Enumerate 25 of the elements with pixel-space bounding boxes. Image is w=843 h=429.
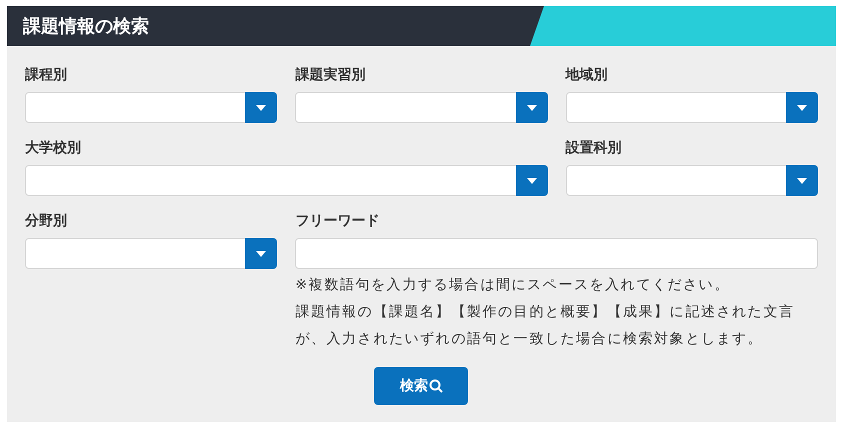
caret-icon [786,92,818,123]
field-label: 課程別 [25,66,68,84]
field-label: 設置科別 [566,139,623,157]
caret-icon [245,92,278,123]
help-text: 課題情報の【課題名】【製作の目的と概要】【成果】に記述された文言が、入力されたいずれの語句と一致した場合に検索対象とします。 [295,303,796,349]
caret-icon [786,165,818,196]
caret-icon [516,165,548,196]
dropdown[interactable] [566,165,818,196]
field-label: 課題実習別 [295,66,366,84]
caret-icon [245,238,278,269]
help-text: ※複数語句を入力する場合は間にスペースを入れてください。 [295,276,731,295]
dropdown[interactable] [25,92,278,123]
dropdown[interactable] [295,92,548,123]
dropdown[interactable] [25,165,548,196]
page-title: 課題情報の検索 [22,15,149,38]
dropdown[interactable] [566,92,818,123]
dropdown[interactable] [25,238,278,269]
field-label: 大学校別 [25,139,82,157]
search-icon [428,379,443,393]
search-button[interactable]: 検索 [374,367,468,405]
field-label: 地域別 [566,66,609,84]
caret-icon [516,92,548,123]
field-label: 分野別 [25,212,68,230]
input-field[interactable] [295,238,818,269]
field-label: フリーワード [295,212,380,230]
